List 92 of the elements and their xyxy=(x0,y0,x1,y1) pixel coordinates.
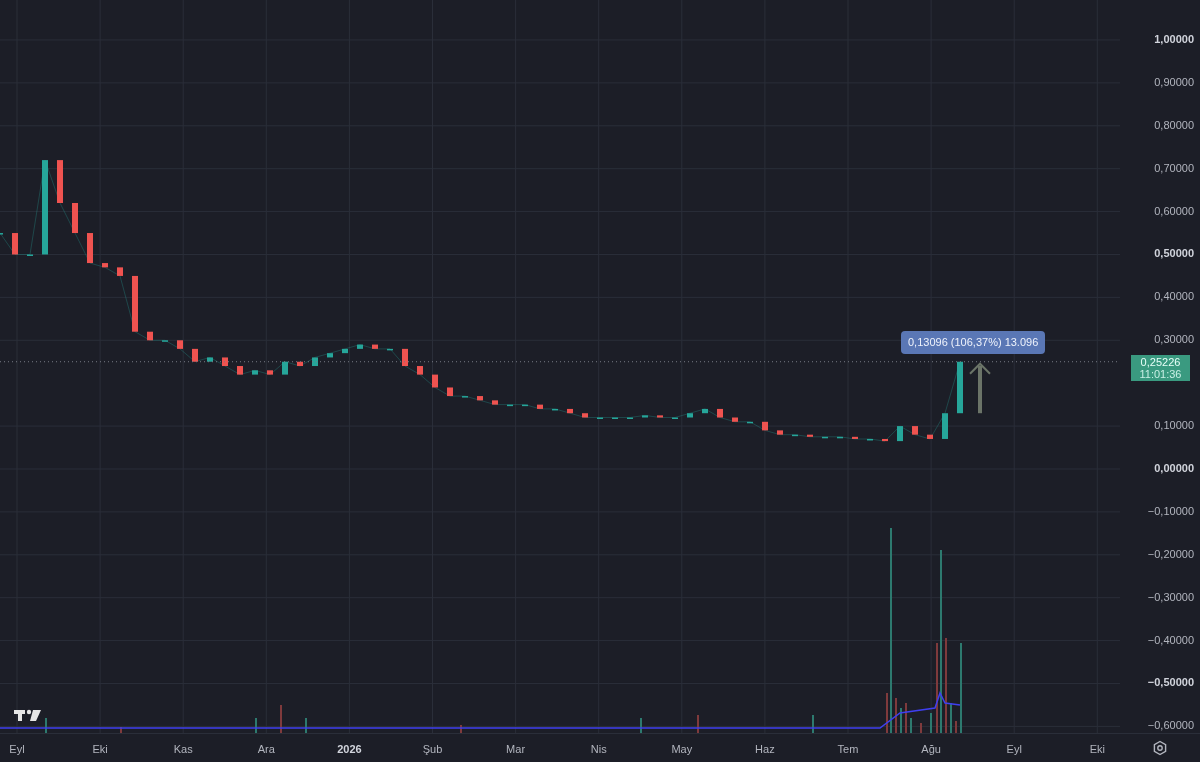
time-axis-label: Eyl xyxy=(9,742,25,757)
candle xyxy=(642,415,648,418)
candle xyxy=(192,348,198,362)
price-axis-label: 0,40000 xyxy=(1154,290,1194,304)
candle xyxy=(267,370,273,375)
price-axis-label: 0,50000 xyxy=(1154,247,1194,261)
candle xyxy=(312,357,318,367)
candle xyxy=(132,275,138,332)
time-axis-label: Nis xyxy=(590,742,607,757)
candle xyxy=(297,361,303,367)
candle xyxy=(747,421,753,424)
candle xyxy=(402,348,408,367)
candle xyxy=(552,408,558,411)
price-axis-label: −0,40000 xyxy=(1147,633,1194,647)
candle xyxy=(12,233,18,255)
candle xyxy=(927,434,933,439)
price-axis-label: 0,30000 xyxy=(1154,333,1194,347)
candle xyxy=(912,426,918,435)
candle xyxy=(417,366,423,375)
candle xyxy=(702,408,708,414)
measure-arrow-icon xyxy=(969,362,991,414)
time-axis-label: May xyxy=(671,742,693,757)
price-axis-label: −0,20000 xyxy=(1147,547,1194,561)
candle xyxy=(447,387,453,397)
candle xyxy=(717,408,723,418)
candle xyxy=(387,348,393,351)
time-axis-label: Ağu xyxy=(921,742,941,757)
price-axis-label: 0,00000 xyxy=(1154,462,1194,475)
candle xyxy=(507,404,513,407)
settings-icon[interactable] xyxy=(1152,740,1168,756)
candle xyxy=(207,357,213,362)
price-axis-label: 1,00000 xyxy=(1154,32,1194,46)
candle xyxy=(567,408,573,414)
candle xyxy=(852,436,858,439)
candle xyxy=(882,438,888,442)
candle xyxy=(327,353,333,358)
last-price: 0,25226 xyxy=(1140,355,1181,368)
candle xyxy=(777,430,783,435)
logo-icon xyxy=(14,709,41,721)
price-axis-label: 0,60000 xyxy=(1154,204,1194,218)
candle xyxy=(432,374,438,388)
price-axis-label: 0,80000 xyxy=(1154,118,1194,132)
candle xyxy=(222,357,228,367)
candle xyxy=(282,361,288,375)
candle xyxy=(237,366,243,375)
candle xyxy=(867,438,873,441)
candle xyxy=(177,340,183,349)
candle xyxy=(57,160,63,203)
candle xyxy=(147,331,153,341)
candle xyxy=(897,426,903,442)
time-axis-label: Eki xyxy=(1089,742,1105,757)
candle xyxy=(522,404,528,407)
candle xyxy=(537,404,543,409)
price-axis-label: −0,30000 xyxy=(1147,590,1194,604)
time-axis-label: Eki xyxy=(92,742,108,757)
candle xyxy=(357,344,363,349)
price-axis-label: −0,50000 xyxy=(1147,676,1194,690)
candle xyxy=(477,396,483,401)
candle xyxy=(87,233,93,264)
candle xyxy=(117,267,123,276)
price-axis-label: −0,60000 xyxy=(1147,719,1194,733)
candle xyxy=(492,400,498,405)
candle xyxy=(687,413,693,418)
time-axis-label: Eyl xyxy=(1006,742,1022,757)
candle xyxy=(582,413,588,418)
time-axis-label: Haz xyxy=(755,742,775,757)
candle xyxy=(942,413,948,439)
candle xyxy=(837,436,843,439)
candle xyxy=(252,370,258,375)
time-axis-label: Ara xyxy=(257,742,275,757)
candle xyxy=(762,421,768,431)
candle xyxy=(822,436,828,439)
candle xyxy=(72,203,78,234)
candle xyxy=(342,348,348,354)
candle xyxy=(957,361,963,414)
time-axis-label: 2026 xyxy=(337,742,362,757)
price-axis-label: 0,10000 xyxy=(1154,419,1194,433)
candle xyxy=(102,263,108,268)
candle xyxy=(657,415,663,418)
time-axis-label: Şub xyxy=(422,742,443,757)
candle xyxy=(807,434,813,437)
time-axis-label: Tem xyxy=(837,742,859,757)
time-axis-label: Kas xyxy=(173,742,193,757)
countdown: 11:01:36 xyxy=(1139,367,1182,380)
price-axis-label: −0,10000 xyxy=(1147,504,1194,518)
candle xyxy=(792,434,798,437)
candle xyxy=(732,417,738,422)
time-axis-label: Mar xyxy=(506,742,526,757)
candle xyxy=(372,344,378,349)
price-axis-label: 0,90000 xyxy=(1154,75,1194,89)
measure-label: 0,13096 (106,37%) 13.096 xyxy=(901,331,1046,354)
price-axis-label: 0,70000 xyxy=(1154,161,1194,175)
